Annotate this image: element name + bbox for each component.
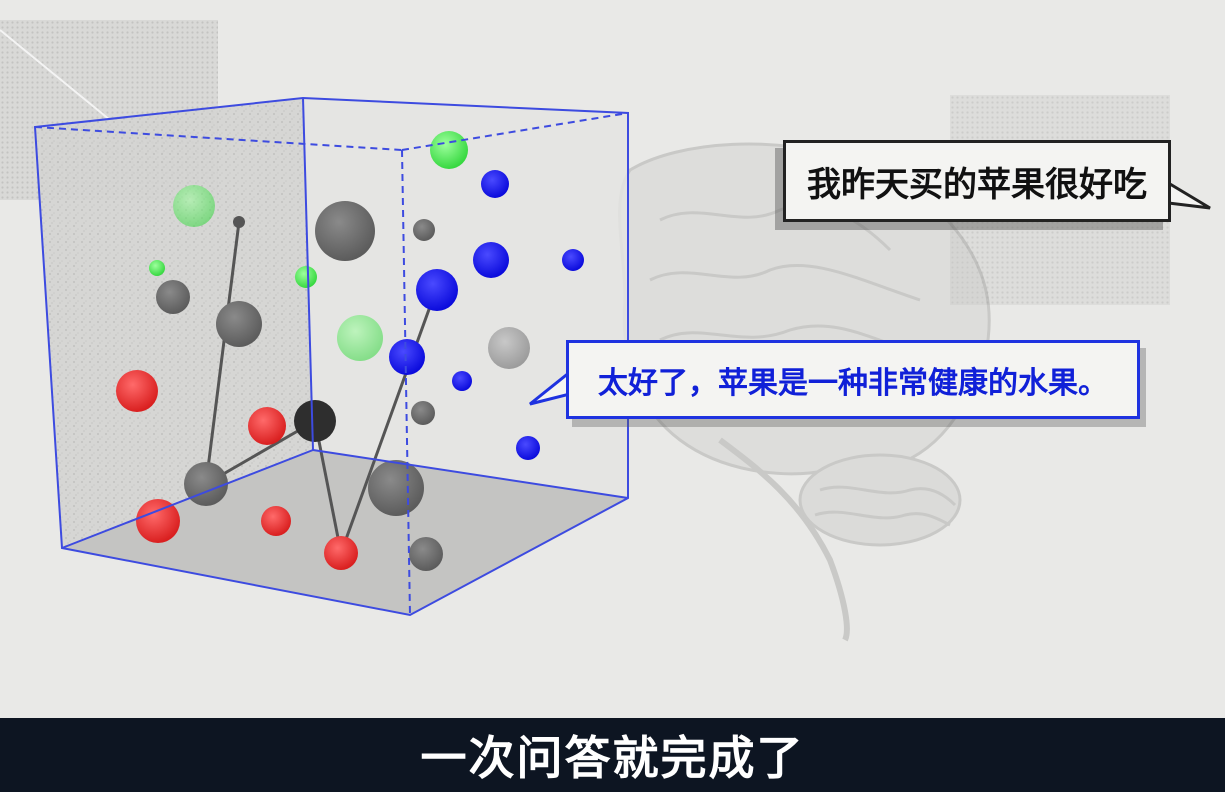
subtitle-bar: 一次问答就完成了 <box>0 718 1225 792</box>
ai-reply-bubble: 太好了，苹果是一种非常健康的水果。 <box>566 340 1140 419</box>
subtitle-text: 一次问答就完成了 <box>420 731 805 785</box>
user-message-text: 我昨天买的苹果很好吃 <box>807 164 1147 205</box>
user-message-bubble: 我昨天买的苹果很好吃 <box>783 140 1171 222</box>
ai-reply-text: 太好了，苹果是一种非常健康的水果。 <box>598 365 1108 401</box>
word-embedding-cube <box>33 96 629 617</box>
